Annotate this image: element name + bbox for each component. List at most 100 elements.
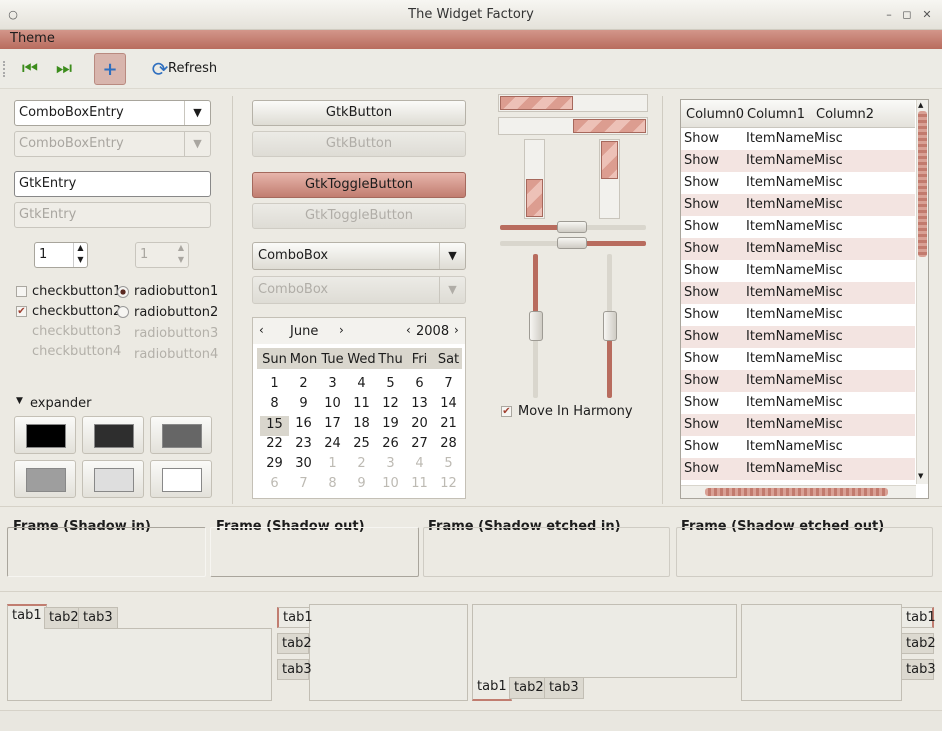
tree-row[interactable]: Show ItemName Misc — [681, 436, 915, 458]
tree-row[interactable]: Show ItemName Misc — [681, 194, 915, 216]
calendar-day[interactable]: 29 — [260, 456, 289, 471]
tree-row[interactable]: Show ItemName Misc — [681, 458, 915, 480]
goto-first-icon[interactable]: ⏮ — [14, 53, 46, 85]
calendar-day[interactable]: 24 — [318, 436, 347, 451]
calendar-day[interactable]: 7 — [289, 476, 318, 491]
calendar-day[interactable]: 19 — [376, 416, 405, 431]
tree-row[interactable]: Show ItemName Misc — [681, 150, 915, 172]
calendar-day[interactable]: 6 — [260, 476, 289, 491]
calendar-day[interactable]: 3 — [318, 376, 347, 391]
calendar-day[interactable]: 8 — [318, 476, 347, 491]
calendar-day[interactable]: 30 — [289, 456, 318, 471]
notebook-top-tab3[interactable]: tab3 — [78, 607, 118, 629]
hscale-1-knob[interactable] — [557, 221, 587, 233]
next-month-icon[interactable]: › — [339, 323, 344, 337]
vscale-2-knob[interactable] — [603, 311, 617, 341]
tree-row[interactable]: Show ItemName Misc — [681, 370, 915, 392]
color-swatch-lighter-gray[interactable] — [82, 460, 144, 498]
calendar-day[interactable]: 13 — [405, 396, 434, 411]
column1-header[interactable]: Column1 — [747, 107, 805, 122]
tree-row[interactable]: Show ItemName Misc — [681, 128, 915, 150]
calendar-day[interactable]: 12 — [376, 396, 405, 411]
menu-theme[interactable]: Theme — [10, 31, 55, 46]
next-year-icon[interactable]: › — [454, 323, 459, 337]
tree-row[interactable]: Show ItemName Misc — [681, 326, 915, 348]
color-swatch-light-gray[interactable] — [14, 460, 76, 498]
notebook-left-tab3[interactable]: tab3 — [277, 659, 312, 680]
tree-row[interactable]: Show ItemName Misc — [681, 172, 915, 194]
radiobutton2-label[interactable]: radiobutton2 — [134, 305, 218, 320]
checkbutton2-label[interactable]: checkbutton2 — [32, 304, 121, 319]
spin-down-icon[interactable]: ▼ — [73, 255, 87, 267]
scroll-up-icon[interactable]: ▲ — [918, 101, 923, 109]
calendar-day[interactable]: 16 — [289, 416, 318, 431]
color-swatch-white[interactable] — [150, 460, 212, 498]
calendar-day[interactable]: 28 — [434, 436, 463, 451]
calendar-day[interactable]: 14 — [434, 396, 463, 411]
tree-row[interactable]: Show ItemName Misc — [681, 282, 915, 304]
calendar-day[interactable]: 2 — [289, 376, 318, 391]
tree-row[interactable]: Show ItemName Misc — [681, 392, 915, 414]
calendar-day[interactable]: 15 — [260, 416, 289, 436]
calendar-day[interactable]: 9 — [289, 396, 318, 411]
notebook-right-tab2[interactable]: tab2 — [901, 633, 936, 654]
notebook-bottom-tab1[interactable]: tab1 — [472, 677, 512, 701]
notebook-left-tab1[interactable]: tab1 — [277, 607, 313, 628]
tree-vscrollbar[interactable]: ▲ ▼ — [916, 100, 928, 484]
prev-year-icon[interactable]: ‹ — [406, 323, 411, 337]
hscale-2-knob[interactable] — [557, 237, 587, 249]
calendar-day[interactable]: 6 — [405, 376, 434, 391]
scroll-down-icon[interactable]: ▼ — [918, 472, 923, 480]
calendar-day[interactable]: 5 — [376, 376, 405, 391]
minimize-icon[interactable]: – — [880, 6, 898, 24]
combo-box-entry[interactable]: ComboBoxEntry ▼ — [14, 100, 211, 126]
notebook-top-tab1[interactable]: tab1 — [7, 604, 47, 629]
spin-button[interactable]: 1 ▲ ▼ — [34, 242, 88, 268]
calendar-day[interactable]: 2 — [347, 456, 376, 471]
calendar-day[interactable]: 12 — [434, 476, 463, 491]
calendar-day[interactable]: 9 — [347, 476, 376, 491]
notebook-bottom-tab2[interactable]: tab2 — [509, 677, 549, 699]
notebook-right-tab1[interactable]: tab1 — [901, 607, 936, 628]
radiobutton2-circle[interactable] — [117, 306, 129, 318]
tree-hscroll-thumb[interactable] — [705, 488, 888, 496]
add-button[interactable]: + — [94, 53, 126, 85]
calendar-day[interactable]: 4 — [405, 456, 434, 471]
radiobutton1-label[interactable]: radiobutton1 — [134, 284, 218, 299]
tree-vscroll-thumb[interactable] — [918, 111, 927, 257]
goto-last-icon[interactable]: ⏭ — [48, 53, 80, 85]
tree-row[interactable]: Show ItemName Misc — [681, 348, 915, 370]
notebook-bottom-tab3[interactable]: tab3 — [544, 677, 584, 699]
notebook-right-tab3[interactable]: tab3 — [901, 659, 936, 680]
harmony-label[interactable]: Move In Harmony — [518, 404, 633, 419]
calendar-day[interactable]: 11 — [347, 396, 376, 411]
tree-row[interactable]: Show ItemName Misc — [681, 260, 915, 282]
notebook-left-tab2[interactable]: tab2 — [277, 633, 312, 654]
calendar-day[interactable]: 23 — [289, 436, 318, 451]
tree-row[interactable]: Show ItemName Misc — [681, 304, 915, 326]
calendar-day[interactable]: 3 — [376, 456, 405, 471]
combo-box[interactable]: ComboBox ▼ — [252, 242, 466, 270]
calendar-day[interactable]: 1 — [260, 376, 289, 391]
gtk-toggle-button[interactable]: GtkToggleButton — [252, 172, 466, 198]
checkbutton1-box[interactable] — [16, 286, 27, 297]
prev-month-icon[interactable]: ‹ — [259, 323, 264, 337]
calendar-day[interactable]: 11 — [405, 476, 434, 491]
spin-up-icon[interactable]: ▲ — [73, 243, 87, 255]
calendar-day[interactable]: 8 — [260, 396, 289, 411]
calendar-day[interactable]: 20 — [405, 416, 434, 431]
calendar-day[interactable]: 4 — [347, 376, 376, 391]
tree-view[interactable]: Column0 Column1 Column2 Show ItemName Misc… — [680, 99, 929, 499]
calendar-day[interactable]: 10 — [376, 476, 405, 491]
calendar-day[interactable]: 7 — [434, 376, 463, 391]
column2-header[interactable]: Column2 — [816, 107, 874, 122]
tree-row[interactable]: Show ItemName Misc — [681, 216, 915, 238]
close-icon[interactable]: ✕ — [918, 6, 936, 24]
expander-arrow-icon[interactable]: ▼ — [16, 396, 23, 406]
tree-hscrollbar[interactable] — [681, 485, 916, 498]
calendar-day[interactable]: 17 — [318, 416, 347, 431]
calendar-day[interactable]: 22 — [260, 436, 289, 451]
checkbutton2-box[interactable]: ✔ — [16, 306, 27, 317]
calendar-day[interactable]: 26 — [376, 436, 405, 451]
color-swatch-black[interactable] — [14, 416, 76, 454]
